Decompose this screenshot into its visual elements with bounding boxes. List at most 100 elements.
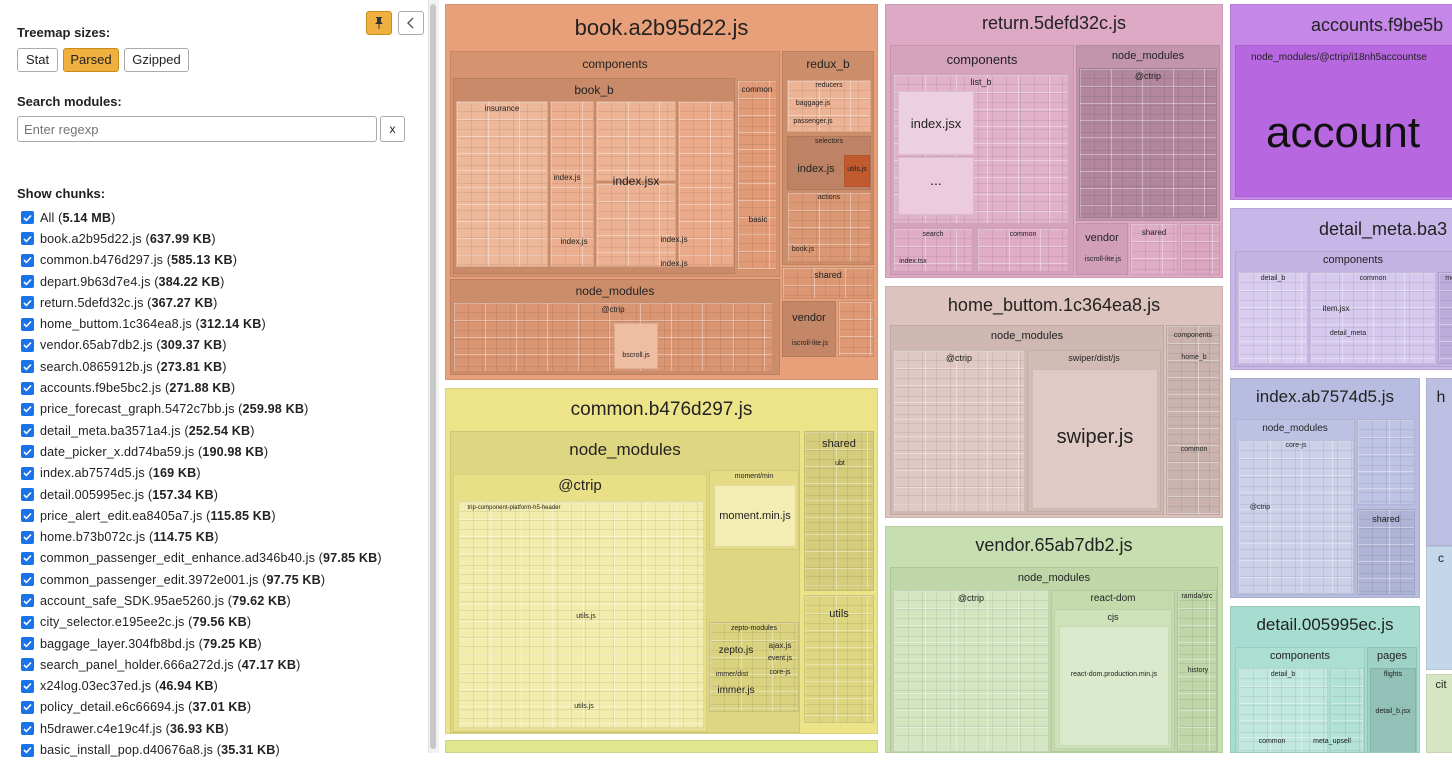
chunk-book[interactable]: book.a2b95d22.js components book_b insuranc… bbox=[445, 4, 878, 380]
module-home-components[interactable]: components home_b common bbox=[1166, 325, 1220, 515]
module-return-list-b[interactable]: list_b index.jsx... bbox=[893, 74, 1069, 224]
chunk-item[interactable]: baggage_layer.304fb8bd.js (79.25 KB) bbox=[21, 633, 421, 654]
chunk-item[interactable]: home.b73b072c.js (114.75 KB) bbox=[21, 526, 421, 547]
chunk-checkbox[interactable] bbox=[21, 573, 34, 587]
module-return-misc[interactable] bbox=[1180, 223, 1220, 275]
module-detail-meta-components[interactable]: components detail_bcommonmeta_ item.jsx det… bbox=[1235, 251, 1452, 367]
chunk-checkbox[interactable] bbox=[21, 637, 34, 651]
module-return-ctrip[interactable]: @ctrip bbox=[1079, 68, 1217, 218]
module-vendor-node-modules[interactable]: node_modules @ctrip react-dom cjs react-dom.… bbox=[890, 567, 1218, 752]
module-return-vendor[interactable]: vendor iscroll-lite.js bbox=[1076, 223, 1128, 275]
module-detail-b-dm[interactable]: detail_b bbox=[1238, 272, 1308, 364]
collapse-sidebar-button[interactable] bbox=[398, 11, 424, 35]
module-index-core[interactable]: core-js bbox=[1238, 440, 1354, 594]
size-gzipped-button[interactable]: Gzipped bbox=[124, 48, 189, 72]
chunk-common[interactable]: common.b476d297.js node_modules @ctrip trip… bbox=[445, 388, 878, 734]
chunk-checkbox[interactable] bbox=[21, 658, 34, 672]
module-return-shared[interactable]: shared bbox=[1130, 223, 1178, 275]
chunk-edge-cit[interactable]: cit bbox=[1426, 674, 1452, 753]
chunk-vendor[interactable]: vendor.65ab7db2.js node_modules @ctrip reac… bbox=[885, 526, 1223, 753]
search-input[interactable] bbox=[17, 116, 377, 142]
chunk-item[interactable]: home_buttom.1c364ea8.js (312.14 KB) bbox=[21, 313, 421, 334]
chunk-item[interactable]: h5drawer.c4e19c4f.js (36.93 KB) bbox=[21, 718, 421, 739]
chunk-checkbox[interactable] bbox=[21, 253, 34, 267]
chunk-item[interactable]: city_selector.e195ee2c.js (79.56 KB) bbox=[21, 612, 421, 633]
chunk-checkbox[interactable] bbox=[21, 381, 34, 395]
module-common-utils[interactable]: utils bbox=[804, 595, 874, 723]
chunk-checkbox[interactable] bbox=[21, 488, 34, 501]
chunk-checkbox[interactable] bbox=[21, 296, 34, 310]
chunk-item[interactable]: accounts.f9be5bc2.js (271.88 KB) bbox=[21, 377, 421, 398]
module-index-misc[interactable] bbox=[1357, 419, 1415, 505]
module-return-common[interactable]: common bbox=[977, 228, 1069, 272]
chunk-item[interactable]: All (5.14 MB) bbox=[21, 207, 421, 228]
chunk-item[interactable]: detail_meta.ba3571a4.js (252.54 KB) bbox=[21, 420, 421, 441]
chunk-home-buttom[interactable]: home_buttom.1c364ea8.js node_modules @ctri… bbox=[885, 286, 1223, 518]
module-book-b-index[interactable] bbox=[596, 101, 676, 181]
chunk-detail-meta[interactable]: detail_meta.ba3 components detail_b common m… bbox=[1230, 208, 1452, 370]
chunk-checkbox[interactable] bbox=[21, 317, 34, 331]
module-book-ctrip[interactable]: @ctrip bscroll.js bbox=[453, 302, 773, 372]
chunk-checkbox[interactable] bbox=[21, 232, 34, 246]
chunk-item[interactable]: account_safe_SDK.95ae5260.js (79.62 KB) bbox=[21, 590, 421, 611]
module-ramda[interactable]: ramda/src history bbox=[1177, 590, 1217, 752]
chunk-item[interactable]: x24log.03ec37ed.js (46.94 KB) bbox=[21, 676, 421, 697]
module-return-index-jsx[interactable]: index.jsx bbox=[898, 91, 974, 155]
chunk-checkbox[interactable] bbox=[21, 466, 34, 480]
module-return-node-modules[interactable]: node_modules @ctrip bbox=[1076, 45, 1220, 221]
chunk-item[interactable]: common_passenger_edit.3972e001.js (97.75… bbox=[21, 569, 421, 590]
chunk-checkbox[interactable] bbox=[21, 722, 34, 736]
chunk-return[interactable]: return.5defd32c.js components list_b index.… bbox=[885, 4, 1223, 278]
module-redux-b[interactable]: redux_b reducers baggage.js passenger.js sel… bbox=[782, 51, 874, 265]
module-index-shared[interactable]: shared bbox=[1357, 509, 1415, 595]
module-book-b-c[interactable] bbox=[596, 183, 676, 267]
chunk-edge-h[interactable]: h bbox=[1426, 378, 1452, 546]
chunk-checkbox[interactable] bbox=[21, 402, 34, 416]
module-home-ctrip[interactable]: @ctrip bbox=[893, 350, 1025, 512]
module-home-node-modules[interactable]: node_modules @ctrip swiper/dist/js swiper.j… bbox=[890, 325, 1164, 515]
chunk-checkbox[interactable] bbox=[21, 530, 34, 544]
module-common-node-modules[interactable]: node_modules @ctrip trip-component-platfor… bbox=[450, 431, 800, 733]
module-dm-common[interactable]: common bbox=[1310, 272, 1436, 364]
chunk-detail[interactable]: detail.005995ec.js components detail_b comm… bbox=[1230, 606, 1420, 753]
module-common-ctrip[interactable]: @ctrip trip-component-platform-h5-header u… bbox=[453, 474, 707, 732]
chunk-item[interactable]: depart.9b63d7e4.js (384.22 KB) bbox=[21, 271, 421, 292]
size-parsed-button[interactable]: Parsed bbox=[63, 48, 119, 72]
chunk-checkbox[interactable] bbox=[21, 700, 34, 714]
module-react-dom[interactable]: react-dom cjs react-dom.production.min.js bbox=[1051, 590, 1175, 752]
chunk-item[interactable]: return.5defd32c.js (367.27 KB) bbox=[21, 292, 421, 313]
chunk-checkbox[interactable] bbox=[21, 615, 34, 629]
chunk-checkbox[interactable] bbox=[21, 338, 34, 352]
pin-button[interactable] bbox=[366, 11, 392, 35]
chunk-item[interactable]: book.a2b95d22.js (637.99 KB) bbox=[21, 228, 421, 249]
module-detail-components[interactable]: components detail_b common meta_upsell bbox=[1235, 647, 1365, 752]
chunk-item[interactable]: index.ab7574d5.js (169 KB) bbox=[21, 463, 421, 484]
chunk-item[interactable]: price_forecast_graph.5472c7bb.js (259.98… bbox=[21, 399, 421, 420]
module-react-dom-prod[interactable]: react-dom.production.min.js bbox=[1059, 626, 1169, 746]
chunk-checkbox[interactable] bbox=[21, 509, 34, 523]
module-swiper-dist[interactable]: swiper/dist/js swiper.js bbox=[1027, 350, 1161, 512]
size-stat-button[interactable]: Stat bbox=[17, 48, 58, 72]
module-selectors[interactable]: selectors index.js utils.js bbox=[787, 136, 871, 190]
module-common-shared[interactable]: shared ubt bbox=[804, 431, 874, 591]
search-clear-button[interactable]: x bbox=[380, 116, 405, 142]
module-book-common[interactable]: common basic bbox=[737, 80, 777, 270]
chunk-item[interactable]: search_panel_holder.666a272d.js (47.17 K… bbox=[21, 654, 421, 675]
module-book-misc[interactable] bbox=[838, 301, 874, 357]
chunk-item[interactable]: price_alert_edit.ea8405a7.js (115.85 KB) bbox=[21, 505, 421, 526]
chunk-checkbox[interactable] bbox=[21, 275, 34, 289]
module-moment-min[interactable]: moment.min.js bbox=[714, 485, 796, 547]
chunk-checkbox[interactable] bbox=[21, 424, 34, 438]
chunk-item[interactable]: basic_install_pop.d40676a8.js (35.31 KB) bbox=[21, 739, 421, 760]
module-dm-meta[interactable]: meta_ bbox=[1438, 272, 1452, 364]
module-index-node-modules[interactable]: node_modules core-js @ctrip bbox=[1235, 419, 1355, 595]
chunk-checkbox[interactable] bbox=[21, 211, 34, 225]
module-book-vendor[interactable]: vendor iscroll-lite.js bbox=[782, 301, 836, 357]
chunk-checkbox[interactable] bbox=[21, 551, 34, 565]
module-swiper[interactable]: swiper.js bbox=[1032, 369, 1158, 509]
module-vendor-ctrip[interactable]: @ctrip bbox=[893, 590, 1049, 752]
treemap[interactable]: book.a2b95d22.js components book_b insuranc… bbox=[440, 0, 1452, 753]
chunk-item[interactable]: common_passenger_edit_enhance.ad346b40.j… bbox=[21, 548, 421, 569]
chunk-edge-c[interactable]: c bbox=[1426, 546, 1452, 670]
chunk-checkbox[interactable] bbox=[21, 743, 34, 757]
